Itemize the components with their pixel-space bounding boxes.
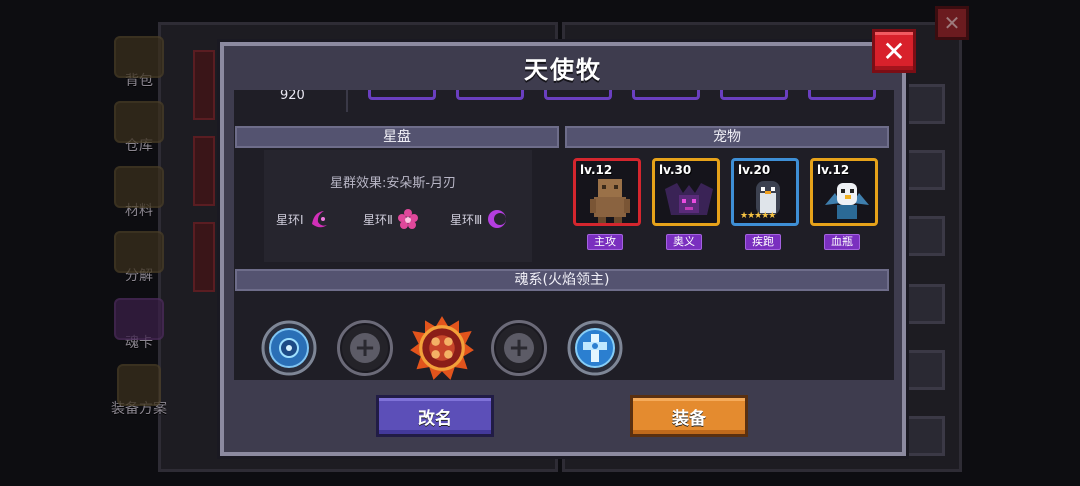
tab-dismantle[interactable]: 分解 [108,223,170,285]
constellation-panel [264,150,532,262]
plus-icon: + [350,333,380,363]
equip-slot[interactable] [456,90,524,100]
soul-header: 魂系(火焰领主) [235,269,889,291]
soul-card-icon [114,298,164,340]
equip-slot[interactable] [720,90,788,100]
pet-slot-3[interactable]: lv.20 ★★★★★ [731,158,799,226]
dismantle-icon [114,231,164,273]
bg-slot [905,416,945,456]
bg-card [193,50,215,120]
stats-strip: 920 [234,90,894,114]
pets-header: 宠物 [565,126,889,148]
rename-button[interactable]: 改名 [376,395,494,437]
pet-slot-4[interactable]: lv.12 [810,158,878,226]
tab-warehouse[interactable]: 仓库 [108,93,170,155]
star-ring-2[interactable]: 星环Ⅱ [363,208,419,230]
bg-slot [905,284,945,324]
tab-equipment-plan[interactable]: 装备方案 [104,356,174,418]
bg-card [193,136,215,206]
bg-card [193,222,215,292]
ring-label: 星环Ⅲ [450,212,483,227]
equip-slot[interactable] [368,90,436,100]
stat-value: 920 [280,90,305,103]
tab-backpack[interactable]: 背包 [108,28,170,90]
equipment-plan-icon [117,364,161,406]
purple-moon-icon [488,210,507,228]
character-detail-modal: 天使牧 920 星盘 [220,42,906,456]
bg-slot [905,350,945,390]
ice-rune-icon[interactable] [567,320,623,376]
bg-slot [905,84,945,124]
pet-tag: 奥义 [666,234,702,250]
tab-soul-card[interactable]: 魂卡 [108,290,170,352]
constellation-effect: 星群效果:安朵斯-月刃 [329,176,457,191]
fire-rune-icon[interactable] [408,314,476,382]
tab-materials[interactable]: 材料 [108,158,170,220]
golem-pet-icon [590,179,630,223]
pink-flower-icon [397,209,418,229]
constellation-header: 星盘 [235,126,559,148]
crescent-star-icon [311,211,327,228]
materials-icon [114,166,164,208]
empty-soul-slot[interactable]: + [491,320,547,376]
warehouse-icon [114,101,164,143]
star-ring-1[interactable]: 星环Ⅰ [276,208,330,230]
pet-tag: 血瓶 [824,234,860,250]
pet-slot-2[interactable]: lv.30 [652,158,720,226]
equip-slot[interactable] [632,90,700,100]
plus-icon: + [504,333,534,363]
blue-rune-icon[interactable] [261,320,317,376]
ring-label: 星环Ⅰ [276,212,304,227]
star-ring-3[interactable]: 星环Ⅲ [450,208,508,230]
bg-slot [905,216,945,256]
equip-slot[interactable] [544,90,612,100]
equip-slot[interactable] [808,90,876,100]
ring-label: 星环Ⅱ [363,212,393,227]
shadow-bat-pet-icon [665,183,713,215]
chest-icon [114,36,164,78]
empty-soul-slot[interactable]: + [337,320,393,376]
equip-button[interactable]: 装备 [630,395,748,437]
bg-close-icon: ✕ [935,6,969,40]
close-button[interactable]: ✕ [872,29,916,73]
divider [346,90,348,112]
griffin-pet-icon [825,183,869,219]
pet-tag: 主攻 [587,234,623,250]
pet-stars: ★★★★★ [740,211,776,221]
modal-title: 天使牧 [524,56,602,84]
bg-slot [905,150,945,190]
pet-tag: 疾跑 [745,234,781,250]
pet-slot-1[interactable]: lv.12 [573,158,641,226]
